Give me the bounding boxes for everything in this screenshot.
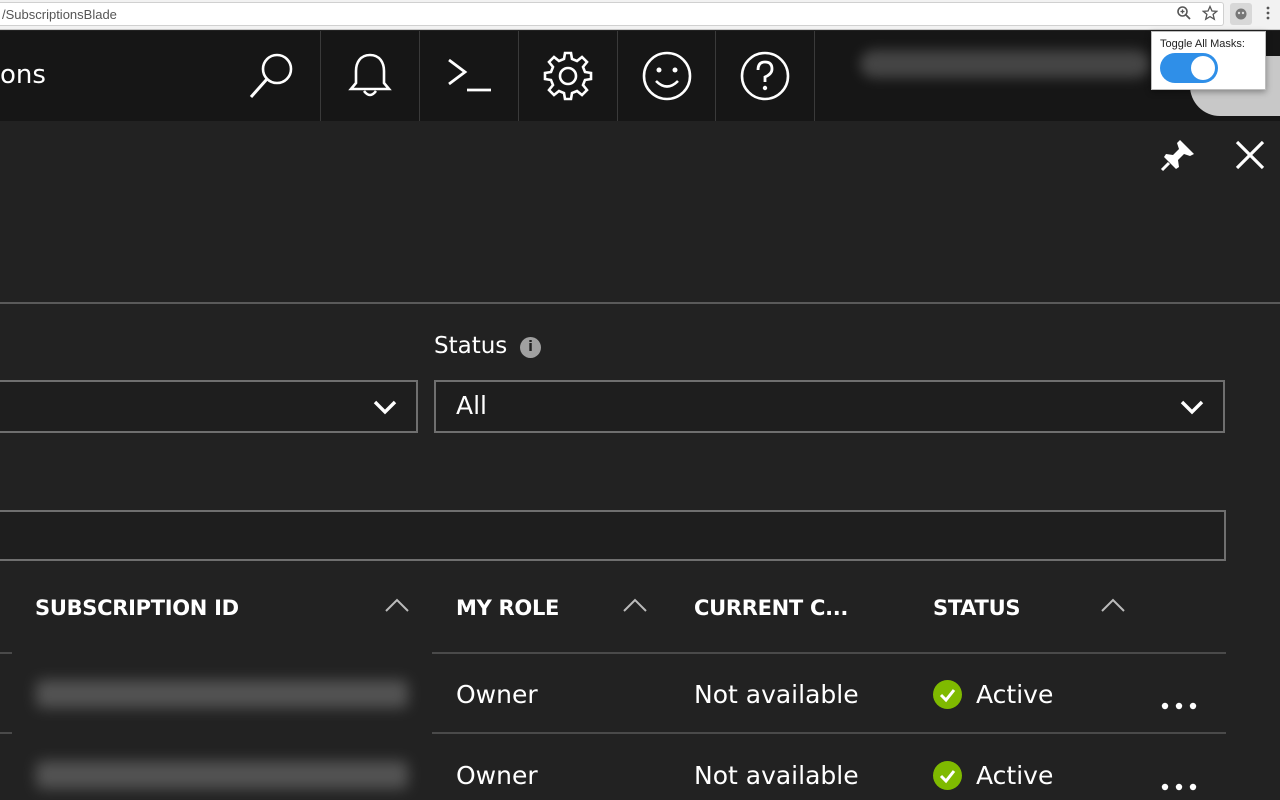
column-header-current-cost[interactable]: CURRENT C... [694,596,848,620]
ellipsis-icon [1161,702,1197,710]
address-bar[interactable]: /SubscriptionsBlade [0,2,1224,26]
row-more-button[interactable] [1161,684,1199,717]
bookmark-star-icon[interactable] [1201,4,1219,23]
search-icon [249,53,292,98]
pin-icon [1160,140,1194,172]
cloud-shell-button[interactable] [419,31,518,121]
column-header-subscription-id[interactable]: SUBSCRIPTION ID [35,596,239,620]
status-cell: Active [976,680,1054,709]
page-title-fragment: ons [0,60,46,90]
search-button[interactable] [222,31,321,121]
status-cell: Active [976,761,1054,790]
account-name-masked[interactable] [860,50,1150,78]
search-input[interactable] [0,510,1226,561]
sort-ascending-icon[interactable] [622,597,648,613]
gear-icon [543,51,593,101]
subscription-id-masked [36,680,408,708]
pin-blade-button[interactable] [1160,138,1196,176]
help-icon [740,51,790,101]
settings-button[interactable] [518,31,617,121]
current-cost-cell: Not available [694,761,859,790]
address-bar-url: /SubscriptionsBlade [2,7,117,22]
status-filter-dropdown[interactable]: All [434,380,1225,433]
close-icon [1235,140,1265,170]
toggle-masks-switch[interactable] [1160,53,1218,83]
toggle-knob [1191,56,1215,80]
bell-icon [348,53,392,97]
extension-icon[interactable] [1230,3,1252,25]
notifications-button[interactable] [320,31,419,121]
row-more-button[interactable] [1161,765,1199,798]
check-circle-icon [933,680,962,709]
role-cell: Owner [456,680,538,709]
toggle-masks-label: Toggle All Masks: [1160,38,1245,50]
column-header-my-role[interactable]: MY ROLE [456,596,559,620]
feedback-button[interactable] [617,31,716,121]
column-header-status[interactable]: STATUS [933,596,1020,620]
left-filter-dropdown[interactable] [0,380,418,433]
subscription-id-masked [36,761,408,789]
help-button[interactable] [715,31,815,121]
ellipsis-icon [1161,783,1197,791]
current-cost-cell: Not available [694,680,859,709]
blade-header [0,121,1280,304]
browser-toolbar: /SubscriptionsBlade [0,0,1280,30]
mask-toggle-popup: Toggle All Masks: [1151,31,1266,90]
info-icon[interactable]: i [520,337,541,358]
sort-ascending-icon[interactable] [384,597,410,613]
zoom-icon[interactable] [1175,5,1193,23]
chevron-down-icon [373,400,397,415]
sort-ascending-icon[interactable] [1100,597,1126,613]
terminal-icon [448,58,491,92]
browser-menu-icon[interactable] [1259,5,1277,23]
header-divider [0,302,1280,304]
check-circle-icon [933,761,962,790]
smiley-icon [642,51,692,101]
role-cell: Owner [456,761,538,790]
status-filter-value: All [456,391,487,420]
close-blade-button[interactable] [1234,139,1266,175]
chevron-down-icon [1180,400,1204,415]
status-filter-label: Status [434,333,508,359]
